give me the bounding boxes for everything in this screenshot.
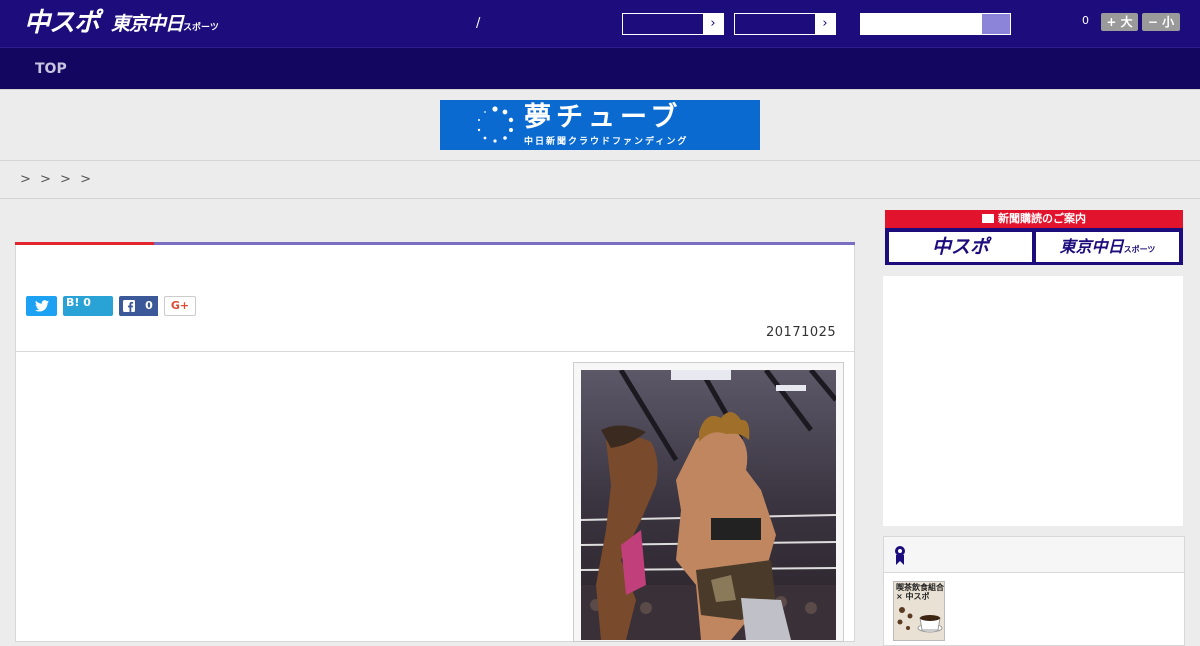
facebook-count: 0 (140, 296, 158, 316)
yume-tube-banner[interactable]: 夢チューブ 中日新聞クラウドファンディング (440, 100, 760, 150)
main-nav: TOP (0, 48, 1200, 89)
subscription-box: 新聞購読のご案内 中スポ 東京中日スポーツ (885, 210, 1183, 265)
coffee-cup-icon (897, 607, 943, 633)
article-date: 20171025 (766, 325, 837, 340)
site-header: 中スポ 東京中日スポーツ / › › 0 + 大 − 小 (0, 0, 1200, 48)
ranking-header (884, 537, 1184, 573)
newspaper-icon (982, 214, 994, 223)
twitter-icon (34, 300, 49, 312)
article-photo[interactable] (581, 370, 836, 640)
search-box (860, 13, 1011, 35)
breadcrumb-divider (0, 198, 1200, 199)
ranking-thumbnail[interactable]: 喫茶飲食組合 × 中スポ (893, 581, 945, 641)
subscription-header: 新聞購読のご案内 (885, 210, 1183, 228)
article-photo-frame (573, 362, 844, 642)
wrestling-photo-image (581, 370, 836, 640)
facebook-share-button[interactable]: 0 (119, 296, 158, 316)
subscribe-tokyo-chunichi-button[interactable]: 東京中日スポーツ (1036, 232, 1179, 262)
header-separator: / (476, 16, 481, 31)
category-select-2[interactable]: › (734, 13, 836, 35)
banner-strip: 夢チューブ 中日新聞クラウドファンディング (0, 89, 1200, 161)
logo2-main: 東京中日 (111, 13, 184, 35)
ranking-medal-icon (895, 546, 905, 565)
logo2-sub: スポーツ (183, 23, 219, 33)
font-larger-button[interactable]: + 大 (1101, 13, 1138, 31)
banner-subtitle: 中日新聞クラウドファンディング (524, 137, 689, 147)
ad-box[interactable] (883, 276, 1183, 526)
font-smaller-button[interactable]: − 小 (1142, 13, 1180, 31)
dots-circle-icon (477, 106, 514, 143)
google-plus-button[interactable]: G+ (164, 296, 196, 316)
chuspo-logo[interactable]: 中スポ (24, 6, 100, 40)
chevron-right-icon: › (703, 14, 723, 34)
banner-title: 夢チューブ (524, 102, 683, 133)
subscribe-chuspo-button[interactable]: 中スポ (889, 232, 1032, 262)
article-accent-red (15, 242, 154, 245)
chevron-right-icon: › (815, 14, 835, 34)
nav-item-top[interactable]: TOP (35, 61, 67, 77)
ranking-thumb-caption: 喫茶飲食組合 × 中スポ (896, 583, 944, 601)
hatena-bookmark-button[interactable]: B! 0 (63, 296, 113, 316)
breadcrumb[interactable]: > > > > (20, 172, 91, 187)
article-divider (16, 351, 854, 352)
subscription-header-text: 新聞購読のご案内 (998, 212, 1086, 225)
subscribe-button2-label: 東京中日 (1059, 237, 1124, 256)
search-button[interactable] (982, 14, 1010, 34)
tokyo-chunichi-sports-logo[interactable]: 東京中日スポーツ (111, 9, 219, 39)
subscribe-button2-sub: スポーツ (1123, 245, 1156, 254)
twitter-share-button[interactable] (26, 296, 57, 316)
font-size-indicator: 0 (1082, 14, 1089, 27)
facebook-icon (123, 300, 135, 312)
search-input[interactable] (861, 14, 982, 34)
category-select-1[interactable]: › (622, 13, 724, 35)
